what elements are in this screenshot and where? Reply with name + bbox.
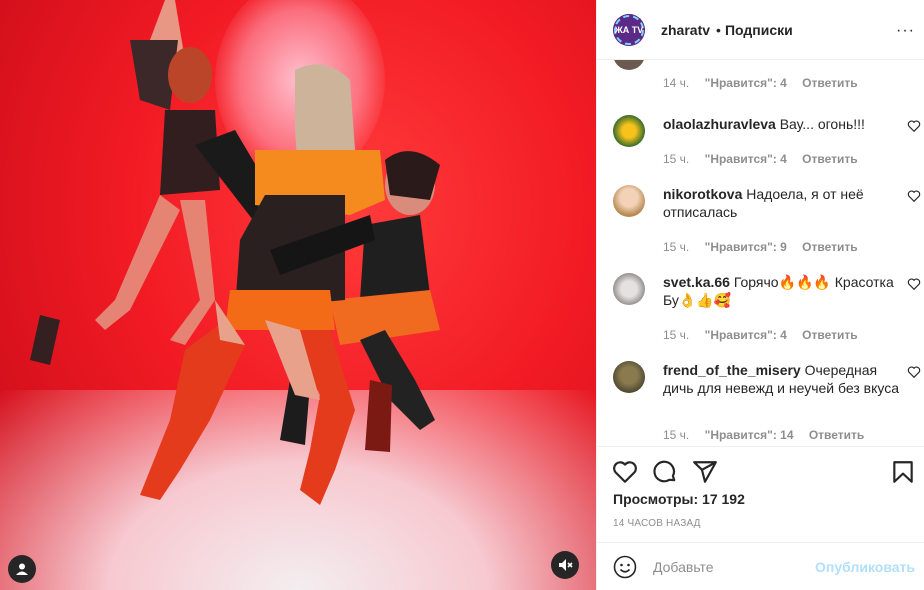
views-count[interactable]: Просмотры: 17 192 — [613, 491, 745, 507]
reply-button[interactable]: Ответить — [802, 240, 857, 254]
comment-meta: 15 ч. "Нравится": 4 Ответить — [663, 152, 870, 166]
account-avatar[interactable]: ЖА TV — [613, 13, 645, 46]
comment-likes[interactable]: "Нравится": 4 — [705, 328, 787, 342]
comment-text: olaolazhuravleva Вау... огонь!!! — [663, 115, 901, 133]
heart-icon[interactable] — [907, 365, 921, 379]
paper-plane-icon[interactable] — [692, 459, 718, 485]
more-options-button[interactable]: ··· — [896, 22, 915, 40]
comment-text: svet.ka.66 Горячо🔥🔥🔥 Красотка Бу👌👍🥰 — [663, 273, 901, 309]
account-username[interactable]: zharatv — [661, 22, 710, 38]
speaker-muted-icon — [559, 559, 573, 571]
comment-meta: 14 ч. "Нравится": 4 Ответить — [663, 76, 870, 90]
dancers-illustration — [30, 0, 440, 505]
comment-text: frend_of_the_misery Очередная дичь для н… — [663, 361, 901, 397]
post-timestamp[interactable]: 14 ЧАСОВ НАЗАД — [613, 518, 701, 529]
tagged-users-button[interactable] — [8, 555, 36, 583]
post-actions: Просмотры: 17 192 14 ЧАСОВ НАЗАД — [597, 446, 924, 542]
mute-button[interactable] — [551, 551, 579, 579]
comment-meta: 15 ч. "Нравится": 14 Ответить — [663, 428, 876, 442]
comment-meta: 15 ч. "Нравится": 9 Ответить — [663, 240, 870, 254]
comment-bubble-icon[interactable] — [652, 459, 678, 485]
comment-time[interactable]: 14 ч. — [663, 76, 689, 90]
reply-button[interactable]: Ответить — [802, 328, 857, 342]
comment-time[interactable]: 15 ч. — [663, 240, 689, 254]
reply-button[interactable]: Ответить — [802, 76, 857, 90]
commenter-avatar[interactable] — [613, 273, 645, 305]
logo-text: ЖА TV — [614, 24, 644, 35]
comment-likes[interactable]: "Нравится": 14 — [705, 428, 794, 442]
commenter-username[interactable]: svet.ka.66 — [663, 274, 730, 290]
comment-likes[interactable]: "Нравится": 4 — [705, 76, 787, 90]
comment-input[interactable]: Добавьте — [653, 559, 714, 575]
comments-list[interactable]: 14 ч. "Нравится": 4 Ответить olaolazhura… — [597, 60, 924, 446]
add-comment-bar: Добавьте Опубликовать — [597, 542, 924, 590]
heart-icon[interactable] — [907, 277, 921, 291]
commenter-username[interactable]: nikorotkova — [663, 186, 742, 202]
commenter-username[interactable]: olaolazhuravleva — [663, 116, 776, 132]
comment-body: Вау... огонь!!! — [779, 116, 865, 132]
comment-time[interactable]: 15 ч. — [663, 428, 689, 442]
reply-button[interactable]: Ответить — [802, 152, 857, 166]
commenter-avatar[interactable] — [613, 361, 645, 393]
heart-icon[interactable] — [907, 189, 921, 203]
comment-likes[interactable]: "Нравится": 9 — [705, 240, 787, 254]
commenter-avatar[interactable] — [613, 185, 645, 217]
smiley-icon[interactable] — [613, 555, 637, 579]
bookmark-icon[interactable] — [890, 459, 916, 485]
comment-time[interactable]: 15 ч. — [663, 328, 689, 342]
heart-icon[interactable] — [612, 459, 638, 485]
commenter-avatar[interactable] — [613, 115, 645, 147]
following-button[interactable]: Подписки — [725, 22, 793, 38]
commenter-username[interactable]: frend_of_the_misery — [663, 362, 801, 378]
post-side-panel: ЖА TV zharatv • Подписки ··· 14 ч. "Нрав… — [596, 0, 924, 590]
post-header: ЖА TV zharatv • Подписки ··· — [597, 0, 924, 60]
comment-text: nikorotkova Надоела, я от неё отписалась — [663, 185, 901, 221]
post-video[interactable] — [0, 0, 596, 590]
publish-button[interactable]: Опубликовать — [815, 559, 915, 575]
comment-time[interactable]: 15 ч. — [663, 152, 689, 166]
user-icon — [16, 563, 28, 575]
heart-icon[interactable] — [907, 119, 921, 133]
commenter-avatar[interactable] — [613, 60, 645, 70]
comment-likes[interactable]: "Нравится": 4 — [705, 152, 787, 166]
reply-button[interactable]: Ответить — [809, 428, 864, 442]
separator-dot: • — [716, 21, 721, 38]
comment-meta: 15 ч. "Нравится": 4 Ответить — [663, 328, 870, 342]
